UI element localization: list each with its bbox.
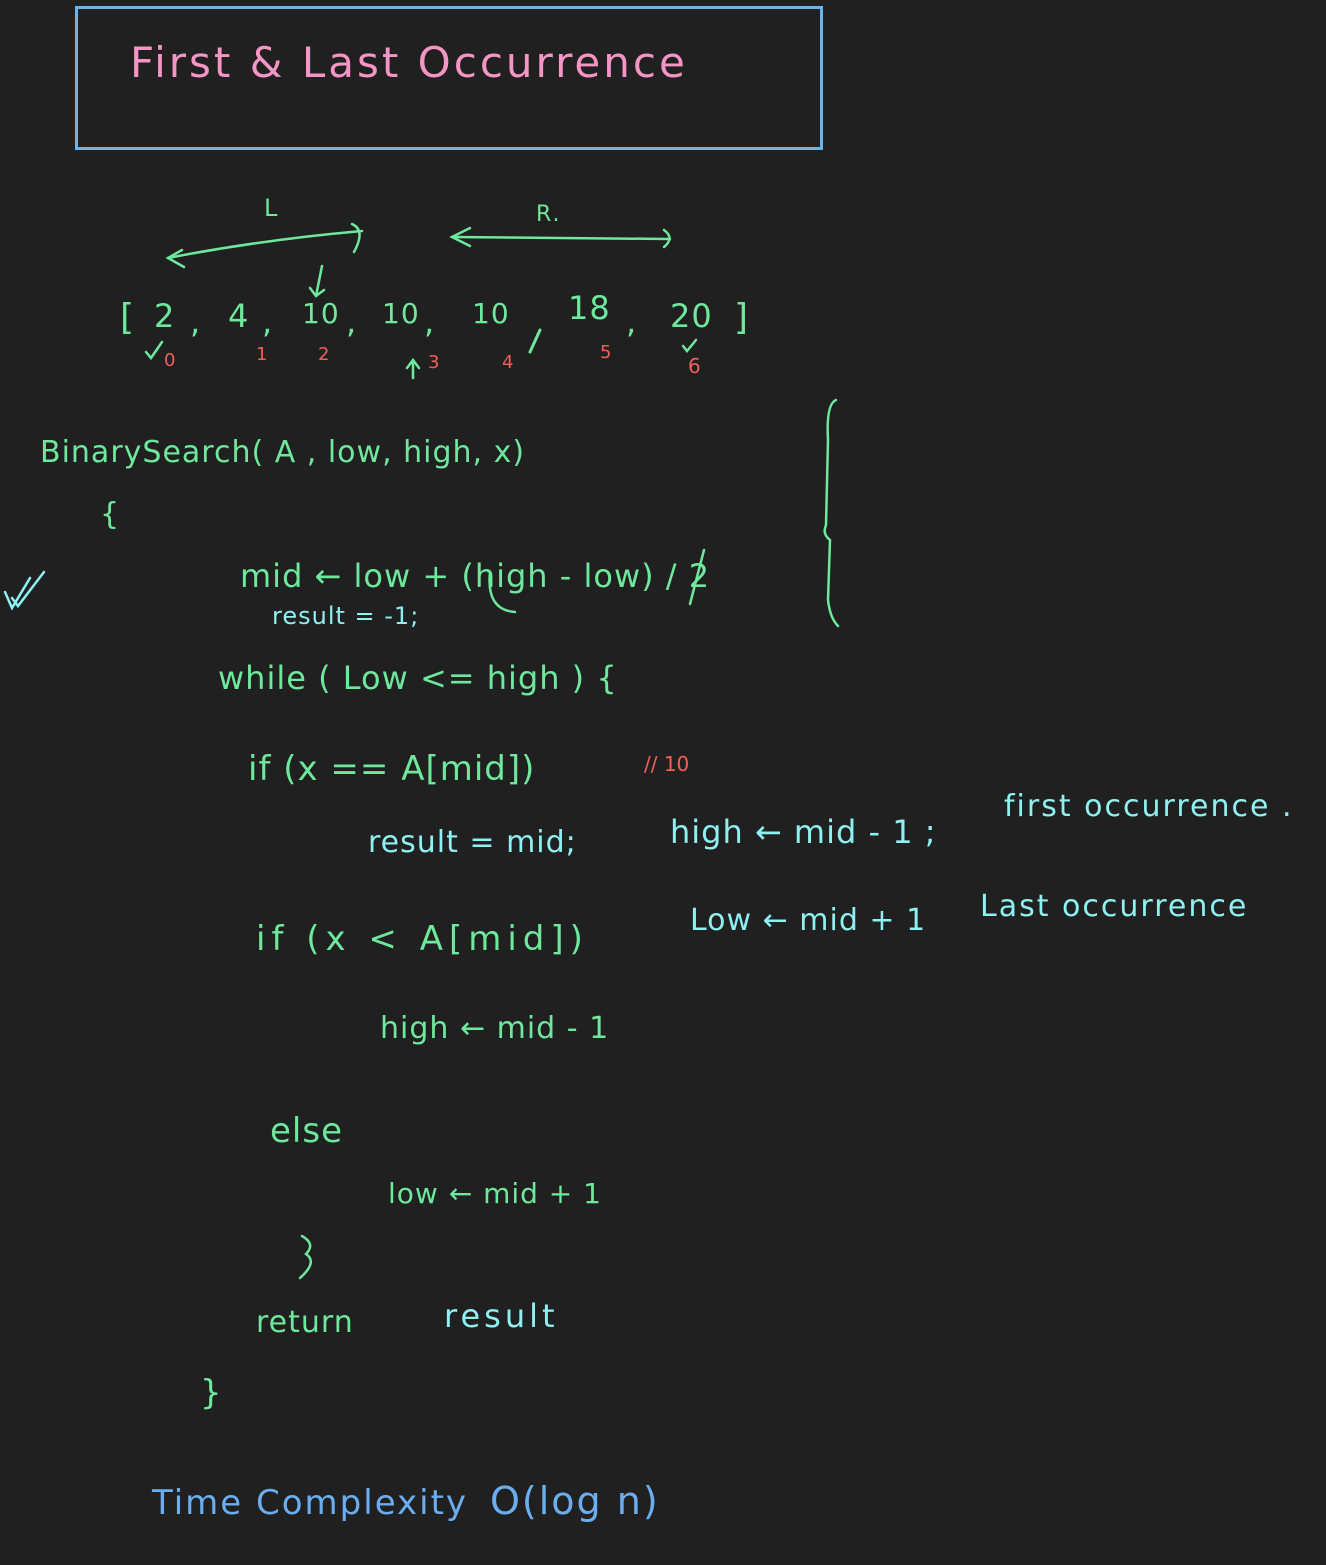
left-arrow-head-right bbox=[350, 222, 361, 254]
return-value: result bbox=[444, 1297, 559, 1335]
array-value: 2 bbox=[154, 297, 176, 335]
function-close-brace: } bbox=[200, 1373, 223, 1413]
else-keyword: else bbox=[270, 1111, 343, 1151]
right-brace bbox=[823, 398, 840, 628]
complexity-value: O(log n) bbox=[490, 1479, 660, 1523]
array-index: 6 bbox=[688, 354, 701, 378]
array-index: 0 bbox=[164, 350, 176, 371]
array-close-bracket: ] bbox=[734, 297, 750, 338]
close-brace-while-stroke bbox=[298, 1234, 313, 1280]
array-index: 2 bbox=[318, 344, 330, 365]
return-keyword: return bbox=[256, 1305, 354, 1340]
last-occurrence-stmt: Low ← mid + 1 bbox=[690, 903, 927, 938]
check-icon-index-0 bbox=[144, 340, 164, 361]
array-value: 20 bbox=[670, 297, 713, 335]
array-index: 1 bbox=[256, 344, 268, 365]
function-signature: BinarySearch( A , low, high, x) bbox=[40, 435, 526, 470]
equal-body: result = mid; bbox=[368, 825, 577, 860]
last-occurrence-label: Last occurrence bbox=[980, 889, 1249, 924]
if-less-condition: if (x < A[mid]) bbox=[256, 919, 589, 959]
left-arrow-head-left bbox=[165, 248, 186, 269]
else-body: low ← mid + 1 bbox=[388, 1177, 602, 1210]
first-occurrence-label: first occurrence . bbox=[1004, 789, 1294, 824]
down-arrow-icon bbox=[308, 264, 326, 298]
mid-assignment: mid ← low + (high - low) / 2 bbox=[240, 557, 711, 595]
array-value: 4 bbox=[228, 297, 250, 335]
function-open-brace: { bbox=[100, 497, 121, 532]
up-arrow-icon bbox=[405, 357, 421, 380]
if-equal-condition: if (x == A[mid]) bbox=[248, 749, 536, 789]
target-comment: // 10 bbox=[644, 752, 690, 776]
while-condition: while ( Low <= high ) { bbox=[218, 659, 618, 697]
array-index: 4 bbox=[502, 352, 514, 373]
double-check-icon bbox=[3, 570, 46, 611]
check-icon-value-20 bbox=[681, 338, 698, 353]
result-init: result = -1; bbox=[272, 602, 420, 630]
divider-mark bbox=[528, 328, 542, 354]
array-index: 3 bbox=[428, 352, 440, 373]
less-body: high ← mid - 1 bbox=[380, 1011, 610, 1046]
left-label: L bbox=[264, 194, 280, 222]
array-value: 10 bbox=[302, 297, 340, 330]
array-open-bracket: [ bbox=[120, 297, 136, 338]
array-index: 5 bbox=[600, 342, 612, 363]
complexity-label: Time Complexity bbox=[152, 1483, 469, 1523]
array-value: 10 bbox=[472, 297, 510, 330]
diagram-strokes bbox=[3, 222, 840, 1280]
left-range-arrow bbox=[166, 229, 364, 260]
array-value: 18 bbox=[568, 289, 611, 327]
right-range-arrow bbox=[450, 235, 672, 241]
first-occurrence-stmt: high ← mid - 1 ; bbox=[670, 813, 937, 851]
right-label: R. bbox=[536, 202, 562, 227]
array-value: 10 bbox=[382, 297, 420, 330]
